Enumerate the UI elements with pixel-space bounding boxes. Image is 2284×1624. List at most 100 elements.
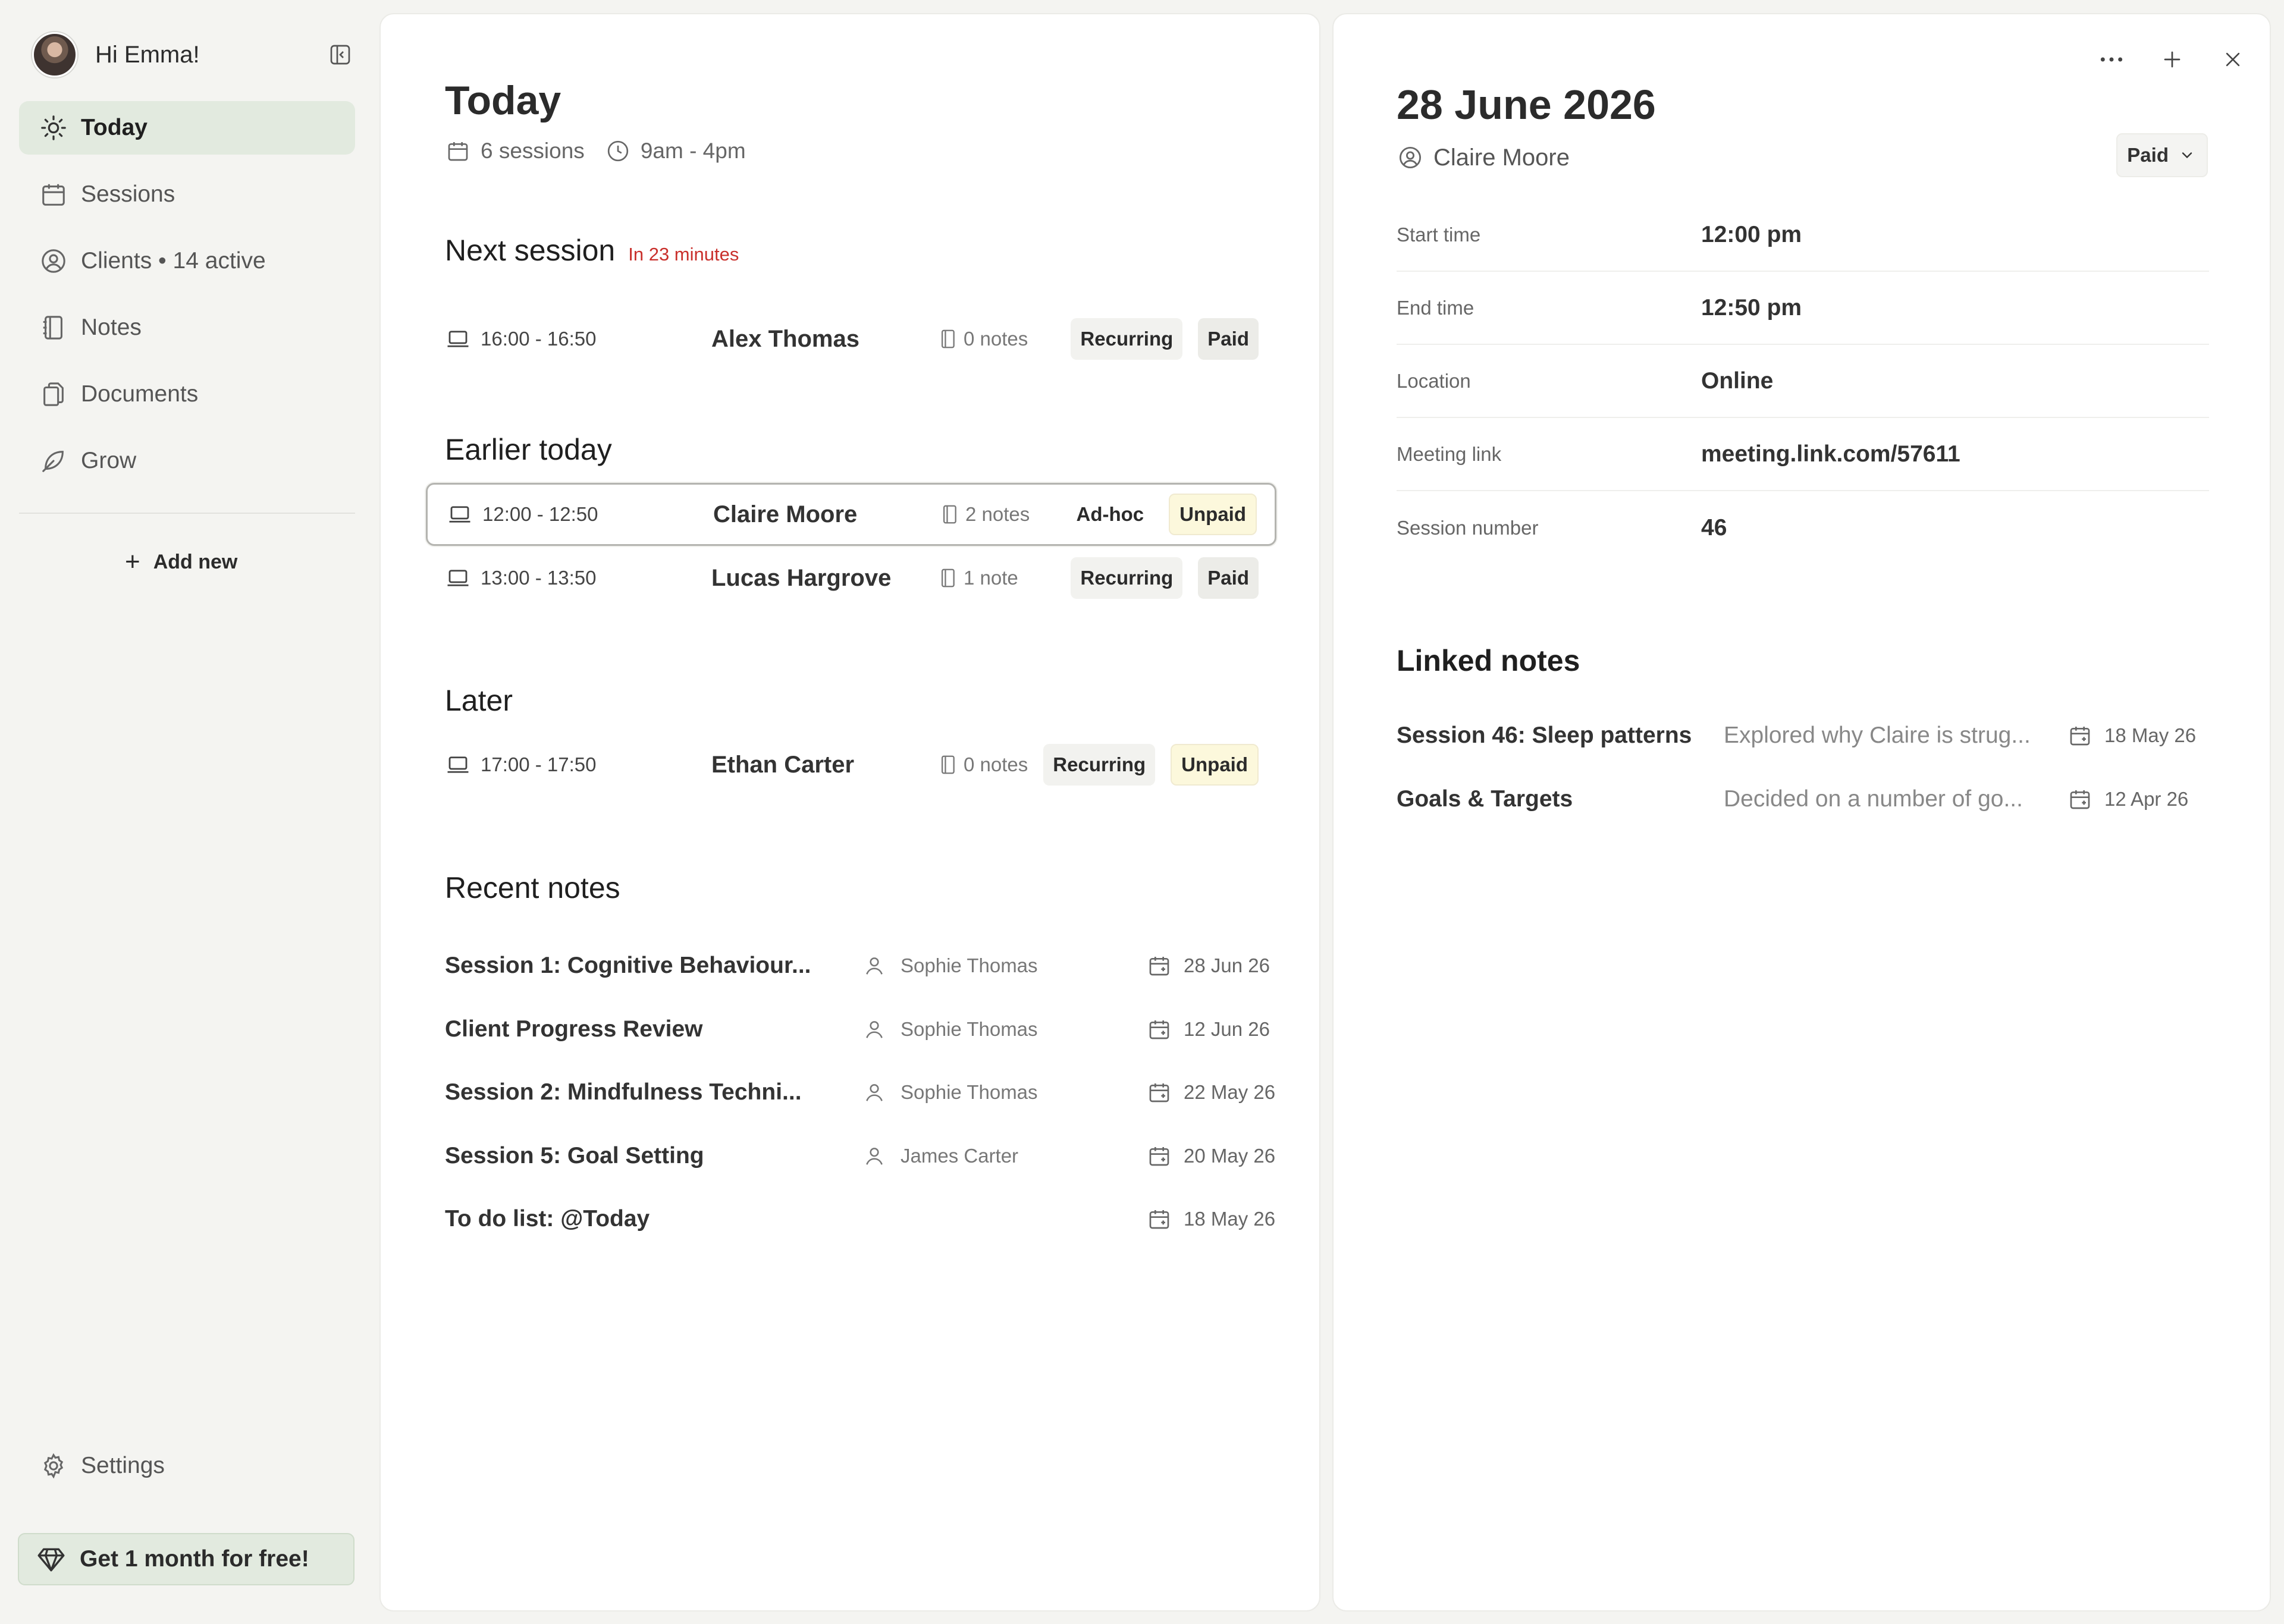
type-badge: Ad-hoc [1066, 494, 1154, 535]
user-circle-icon [1397, 144, 1424, 171]
nav-item-clients[interactable]: Clients • 14 active [19, 234, 355, 288]
calendar-icon [445, 138, 471, 164]
notebook-icon [38, 312, 69, 343]
linked-note-title: Session 46: Sleep patterns [1397, 723, 1692, 748]
gear-icon [38, 1450, 69, 1481]
nav-item-settings[interactable]: Settings [19, 1439, 355, 1493]
note-row[interactable]: To do list: @Today 18 May 26 [445, 1195, 1278, 1243]
field-label: Start time [1397, 223, 1481, 246]
notes-count-label: 0 notes [964, 753, 1028, 775]
nav-divider [19, 513, 355, 514]
session-badges: Recurring Paid [1071, 318, 1259, 360]
session-row[interactable]: 13:00 - 13:50 Lucas Hargrove 1 note Recu… [426, 546, 1276, 610]
promo-banner[interactable]: Get 1 month for free! [18, 1533, 354, 1585]
nav-item-documents[interactable]: Documents [19, 367, 355, 421]
nav-item-today[interactable]: Today [19, 101, 355, 155]
note-date: 28 Jun 26 [1146, 952, 1270, 979]
linked-note-row[interactable]: Goals & Targets Decided on a number of g… [1397, 775, 2211, 823]
payment-status-dropdown[interactable]: Paid [2116, 133, 2208, 177]
calendar-icon [2066, 722, 2094, 749]
nav-label-today: Today [81, 115, 148, 140]
note-icon [937, 327, 958, 351]
person-icon [861, 1079, 887, 1105]
note-client-name: Sophie Thomas [901, 954, 1038, 976]
sessions-count: 6 sessions [481, 139, 585, 163]
session-row-selected[interactable]: 12:00 - 12:50 Claire Moore 2 notes Ad-ho… [426, 483, 1276, 546]
type-badge: Recurring [1071, 318, 1183, 360]
earlier-today-heading: Earlier today [445, 433, 612, 466]
field-label: End time [1397, 296, 1474, 319]
panel-actions [2096, 44, 2248, 75]
person-icon [861, 953, 887, 979]
promo-label: Get 1 month for free! [80, 1546, 309, 1572]
session-notes-count[interactable]: 1 note [937, 566, 1018, 590]
field-session-number: Session number 46 [1397, 491, 2209, 564]
note-client-name: Sophie Thomas [901, 1018, 1038, 1040]
session-notes-count[interactable]: 0 notes [937, 753, 1028, 777]
note-date: 18 May 26 [1146, 1205, 1275, 1233]
calendar-icon [1146, 1142, 1173, 1170]
type-badge: Recurring [1071, 557, 1183, 599]
today-panel: Today 6 sessions 9am - 4pm Next session I… [379, 13, 1320, 1612]
session-row[interactable]: 16:00 - 16:50 Alex Thomas 0 notes Recurr… [426, 307, 1276, 370]
payment-badge[interactable]: Paid [1198, 557, 1259, 599]
session-notes-count[interactable]: 2 notes [939, 502, 1030, 526]
page-title: Today [445, 78, 561, 123]
note-client-name: Sophie Thomas [901, 1081, 1038, 1103]
meeting-link[interactable]: meeting.link.com/57611 [1701, 441, 1960, 467]
working-hours: 9am - 4pm [640, 139, 746, 163]
leaf-icon [38, 445, 69, 476]
more-options-icon[interactable] [2096, 44, 2127, 75]
linked-note-date: 12 Apr 26 [2066, 786, 2188, 813]
plus-icon: + [125, 547, 140, 576]
notes-count-label: 1 note [964, 567, 1018, 589]
session-client-link[interactable]: Claire Moore [1397, 144, 1570, 171]
session-badges: Recurring Paid [1071, 557, 1259, 599]
note-title: Client Progress Review [445, 1016, 703, 1042]
note-row[interactable]: Session 1: Cognitive Behaviour... Sophie… [445, 942, 1278, 990]
linked-note-row[interactable]: Session 46: Sleep patterns Explored why … [1397, 712, 2211, 759]
field-value[interactable]: 12:50 pm [1701, 295, 1802, 321]
note-date-label: 18 May 26 [1184, 1208, 1276, 1230]
session-client: Claire Moore [713, 501, 858, 527]
nav-item-sessions[interactable]: Sessions [19, 168, 355, 221]
nav-label-grow: Grow [81, 448, 137, 473]
chevron-down-icon [2177, 145, 2197, 165]
note-row[interactable]: Client Progress Review Sophie Thomas 12 … [445, 1006, 1278, 1053]
field-meeting-link: Meeting link meeting.link.com/57611 [1397, 418, 2209, 491]
payment-badge[interactable]: Unpaid [1169, 494, 1257, 535]
session-time: 13:00 - 13:50 [481, 567, 597, 589]
payment-badge[interactable]: Unpaid [1171, 744, 1259, 786]
note-row[interactable]: Session 2: Mindfulness Techni... Sophie … [445, 1069, 1278, 1116]
greeting: Hi Emma! [95, 41, 200, 68]
note-date: 12 Jun 26 [1146, 1016, 1270, 1043]
sun-icon [38, 112, 69, 143]
recent-notes-heading: Recent notes [445, 871, 620, 904]
field-value[interactable]: Online [1701, 368, 1773, 394]
person-icon [861, 1016, 887, 1042]
payment-badge[interactable]: Paid [1198, 318, 1259, 360]
sidebar: Hi Emma! Today Sessions Clients • 14 act… [0, 0, 375, 1624]
note-date: 22 May 26 [1146, 1079, 1275, 1106]
avatar[interactable] [32, 32, 77, 77]
field-value[interactable]: 46 [1701, 515, 1727, 541]
session-row[interactable]: 17:00 - 17:50 Ethan Carter 0 notes Recur… [426, 733, 1276, 796]
field-location: Location Online [1397, 345, 2209, 418]
note-row[interactable]: Session 5: Goal Setting James Carter 20 … [445, 1132, 1278, 1180]
session-notes-count[interactable]: 0 notes [937, 327, 1028, 351]
calendar-icon [38, 179, 69, 210]
note-date-label: 28 Jun 26 [1184, 954, 1270, 976]
nav-item-notes[interactable]: Notes [19, 301, 355, 354]
calendar-icon [2066, 786, 2094, 813]
session-client-name: Claire Moore [1433, 144, 1570, 171]
note-icon [939, 502, 959, 526]
person-icon [861, 1143, 887, 1169]
laptop-icon [444, 325, 472, 353]
collapse-sidebar-icon[interactable] [327, 42, 353, 68]
add-icon[interactable] [2157, 44, 2188, 75]
close-icon[interactable] [2217, 44, 2248, 75]
field-value[interactable]: 12:00 pm [1701, 222, 1802, 248]
add-new-button[interactable]: + Add new [125, 541, 237, 583]
nav-label-documents: Documents [81, 381, 199, 407]
nav-item-grow[interactable]: Grow [19, 434, 355, 488]
